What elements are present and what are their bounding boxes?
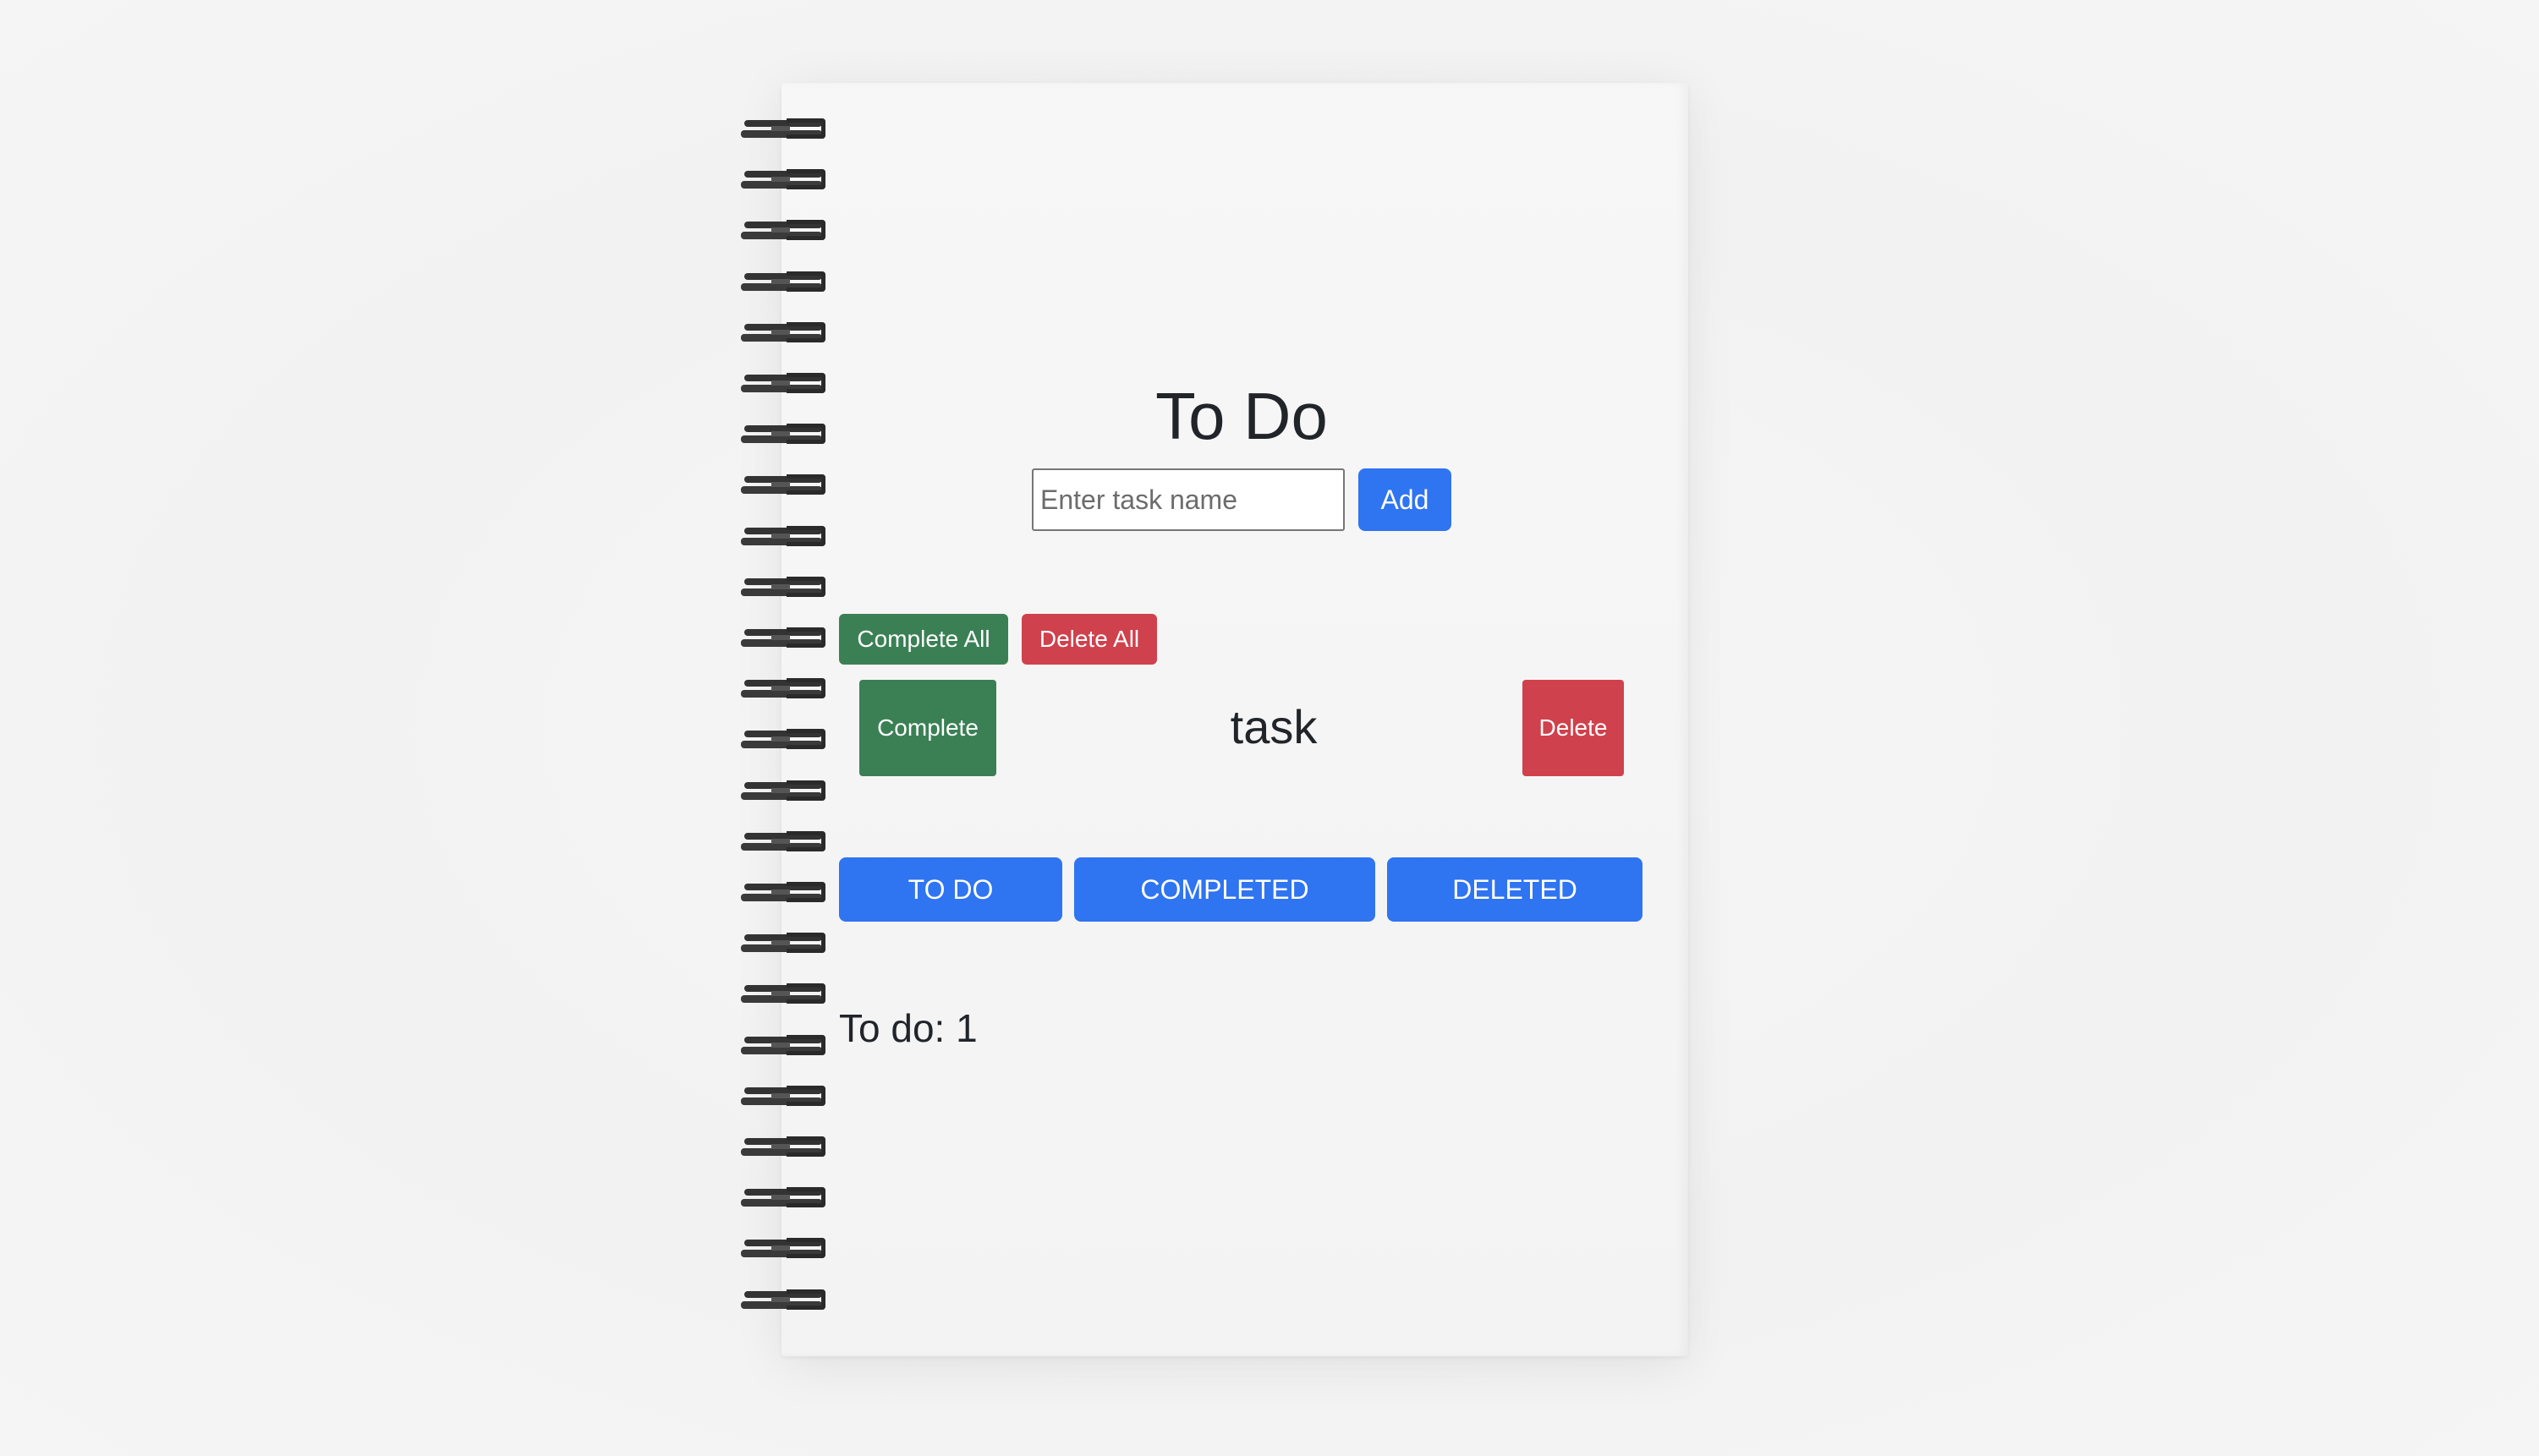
delete-all-button[interactable]: Delete All [1022, 614, 1157, 665]
spiral-ring-icon [741, 1085, 829, 1108]
tab-deleted[interactable]: DELETED [1387, 857, 1642, 922]
spiral-ring-icon [741, 525, 829, 548]
spiral-ring-icon [741, 882, 829, 904]
add-task-button[interactable]: Add [1358, 468, 1451, 531]
screenshot-stage: To Do Add Complete All Delete All Comple… [0, 0, 2539, 1456]
spiral-ring-icon [741, 830, 829, 853]
task-item: Complete task Delete [859, 680, 1624, 778]
spiral-ring-icon [741, 1187, 829, 1209]
spiral-ring-icon [741, 678, 829, 700]
spiral-ring-icon [741, 474, 829, 496]
spiral-ring-icon [741, 933, 829, 955]
tab-completed[interactable]: COMPLETED [1074, 857, 1375, 922]
task-name-input[interactable] [1032, 468, 1345, 531]
spiral-ring-icon [741, 576, 829, 599]
spiral-ring-icon [741, 220, 829, 242]
filter-tabs: TO DO COMPLETED DELETED [839, 857, 1642, 922]
spiral-ring-icon [741, 780, 829, 802]
task-complete-button[interactable]: Complete [859, 680, 996, 776]
spiral-ring-icon [741, 1238, 829, 1260]
tab-todo[interactable]: TO DO [839, 857, 1062, 922]
spiral-ring-icon [741, 169, 829, 191]
spiral-binding-icon [741, 118, 834, 1327]
spiral-ring-icon [741, 424, 829, 446]
spiral-ring-icon [741, 1289, 829, 1311]
spiral-ring-icon [741, 373, 829, 395]
spiral-ring-icon [741, 1034, 829, 1057]
spiral-ring-icon [741, 1136, 829, 1158]
spiral-ring-icon [741, 271, 829, 293]
spiral-ring-icon [741, 983, 829, 1005]
spiral-ring-icon [741, 321, 829, 344]
page-title: To Do [1155, 379, 1328, 453]
spiral-ring-icon [741, 627, 829, 649]
spiral-ring-icon [741, 729, 829, 751]
spiral-ring-icon [741, 118, 829, 140]
task-name-label: task [1230, 700, 1318, 753]
complete-all-button[interactable]: Complete All [839, 614, 1008, 665]
task-delete-button[interactable]: Delete [1522, 680, 1624, 776]
todo-count-text: To do: 1 [839, 1006, 978, 1050]
